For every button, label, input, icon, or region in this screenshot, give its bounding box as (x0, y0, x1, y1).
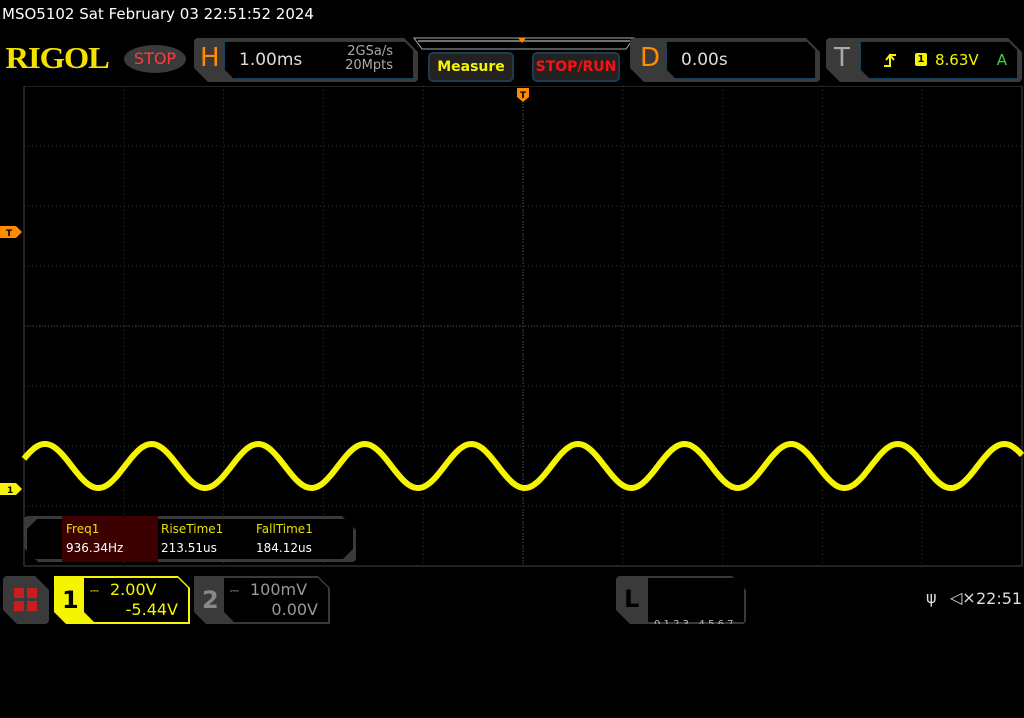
stop-run-button[interactable]: STOP/RUN (532, 52, 620, 82)
dc-coupling-icon: ⎓ (230, 584, 239, 597)
svg-text:T: T (6, 229, 13, 239)
trigger-label: T (834, 43, 850, 73)
ch1-offset-marker[interactable]: 1 (0, 483, 22, 496)
memory-depth: 20Mpts (345, 58, 393, 73)
measurement-freq[interactable]: Freq1 936.34Hz (62, 516, 158, 562)
rigol-logo: RIGOL (5, 40, 110, 75)
clock: 22:51 (976, 589, 1023, 608)
svg-text:1: 1 (7, 486, 13, 496)
logic-channels-8-15: 8 9 1011 12131415 (654, 670, 753, 681)
channel-1-offset: -5.44V (125, 600, 178, 619)
status-title: MSO5102 Sat February 03 22:51:52 2024 (2, 5, 314, 23)
waveform-overview[interactable] (412, 37, 636, 51)
measure-button[interactable]: Measure (428, 52, 514, 82)
channel-2-number: 2 (202, 586, 219, 614)
usb-icon: ψ (926, 588, 937, 607)
channel-2-offset: 0.00V (271, 600, 318, 619)
graticule (23, 86, 1023, 567)
sound-muted-icon[interactable]: ◁× (950, 588, 976, 607)
svg-text:T: T (520, 91, 527, 101)
menu-button[interactable] (3, 576, 49, 624)
trigger-source: 1 (915, 53, 927, 66)
measurement-fall-time[interactable]: FallTime1 184.12us (252, 516, 348, 562)
channel-2-panel[interactable]: 2 ⎓ 100mV 0.00V (194, 576, 330, 624)
dc-coupling-icon: ⎓ (90, 584, 99, 597)
timebase-value: 1.00ms (239, 50, 303, 70)
channel-1-panel[interactable]: 1 ⎓ 2.00V -5.44V (54, 576, 190, 624)
grid-menu-icon (14, 588, 38, 612)
delay-panel[interactable]: D 0.00s (630, 38, 820, 82)
trigger-panel[interactable]: T 1 8.63V A (826, 38, 1022, 82)
rising-edge-icon (883, 52, 897, 68)
measurement-panel[interactable]: Freq1 936.34Hz RiseTime1 213.51us FallTime… (24, 516, 356, 562)
delay-label: D (640, 43, 661, 73)
waveform-display[interactable]: T T 1 (0, 86, 1024, 570)
channel-1-number: 1 (62, 586, 79, 614)
horizontal-panel[interactable]: H 1.00ms 2GSa/s 20Mpts (194, 38, 418, 82)
trigger-level-marker[interactable]: T (0, 226, 22, 239)
logic-label: L (624, 585, 640, 613)
sample-rate: 2GSa/s (347, 44, 393, 59)
logic-panel[interactable]: L 0 1 2 3 4 5 6 7 8 9 1011 12131415 (616, 576, 746, 624)
trigger-position-marker[interactable]: T (517, 88, 529, 102)
logic-channels-0-7: 0 1 2 3 4 5 6 7 (654, 619, 734, 630)
trigger-level: 8.63V (935, 51, 979, 69)
delay-value: 0.00s (681, 50, 728, 70)
run-state-badge[interactable]: STOP (124, 45, 186, 73)
horizontal-label: H (200, 43, 220, 73)
trigger-mode: A (996, 51, 1007, 69)
measurement-rise-time[interactable]: RiseTime1 213.51us (157, 516, 253, 562)
